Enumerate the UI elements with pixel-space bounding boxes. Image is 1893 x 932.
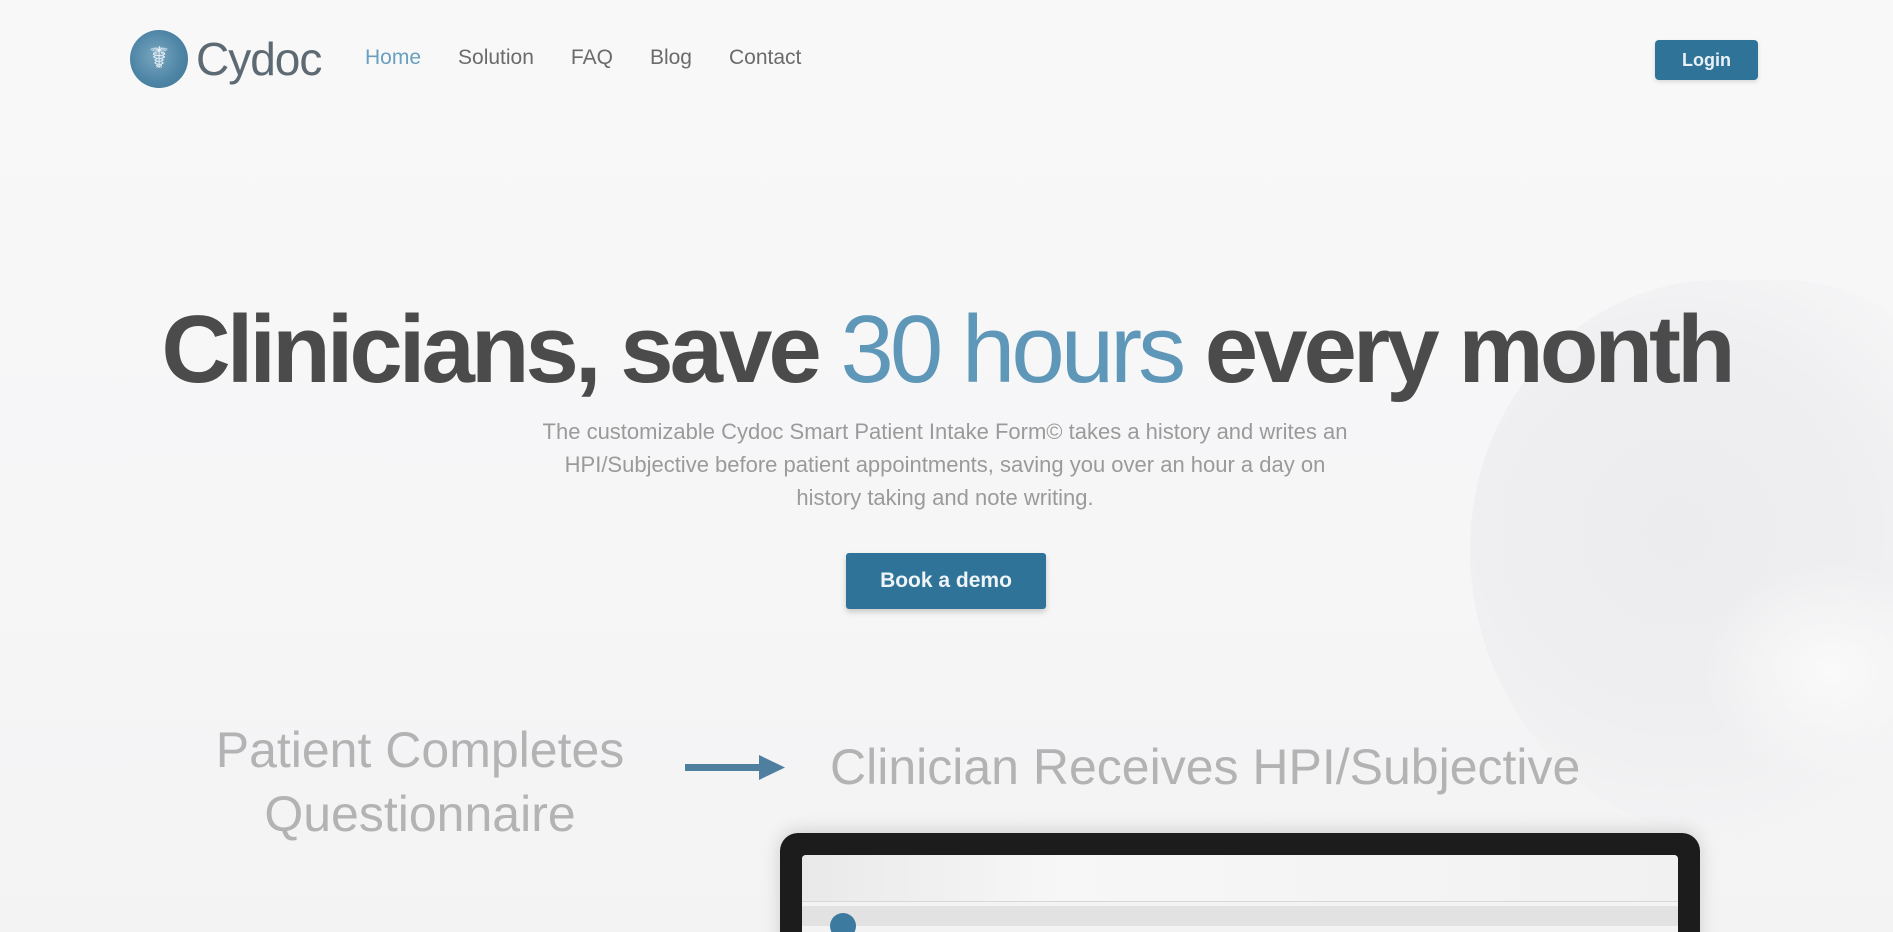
nav-item-contact[interactable]: Contact [729,46,801,70]
nav-item-home[interactable]: Home [365,46,421,70]
headline-text-start: Clinicians, save [161,296,841,403]
main-nav: Home Solution FAQ Blog Contact [365,46,838,70]
nav-item-blog[interactable]: Blog [650,46,692,70]
hero-headline: Clinicians, save 30 hours every month [0,295,1893,405]
book-demo-button[interactable]: Book a demo [846,553,1046,609]
landing-page: ☤ Cydoc Home Solution FAQ Blog Contact L… [0,0,1893,932]
caduceus-logo-icon: ☤ [130,30,188,88]
nav-item-faq[interactable]: FAQ [571,46,613,70]
app-preview-toolbar [802,855,1678,902]
nav-item-solution[interactable]: Solution [458,46,534,70]
app-preview-screen [802,855,1678,932]
right-arrow-icon [685,755,785,780]
step-patient-questionnaire: Patient Completes Questionnaire [215,722,625,842]
app-preview-row [802,906,1678,926]
brand-name: Cydoc [196,33,322,85]
headline-text-end: every month [1182,296,1736,403]
headline-accent: 30 hours [840,296,1186,403]
site-header: ☤ Cydoc Home Solution FAQ Blog Contact L… [0,0,1893,120]
login-button[interactable]: Login [1655,40,1758,80]
app-preview-laptop [780,833,1700,932]
brand-logo[interactable]: ☤ Cydoc [130,30,322,88]
step-clinician-receives: Clinician Receives HPI/Subjective [830,739,1581,795]
hero-description: The customizable Cydoc Smart Patient Int… [542,419,1348,510]
app-preview-avatar-icon [830,913,856,932]
